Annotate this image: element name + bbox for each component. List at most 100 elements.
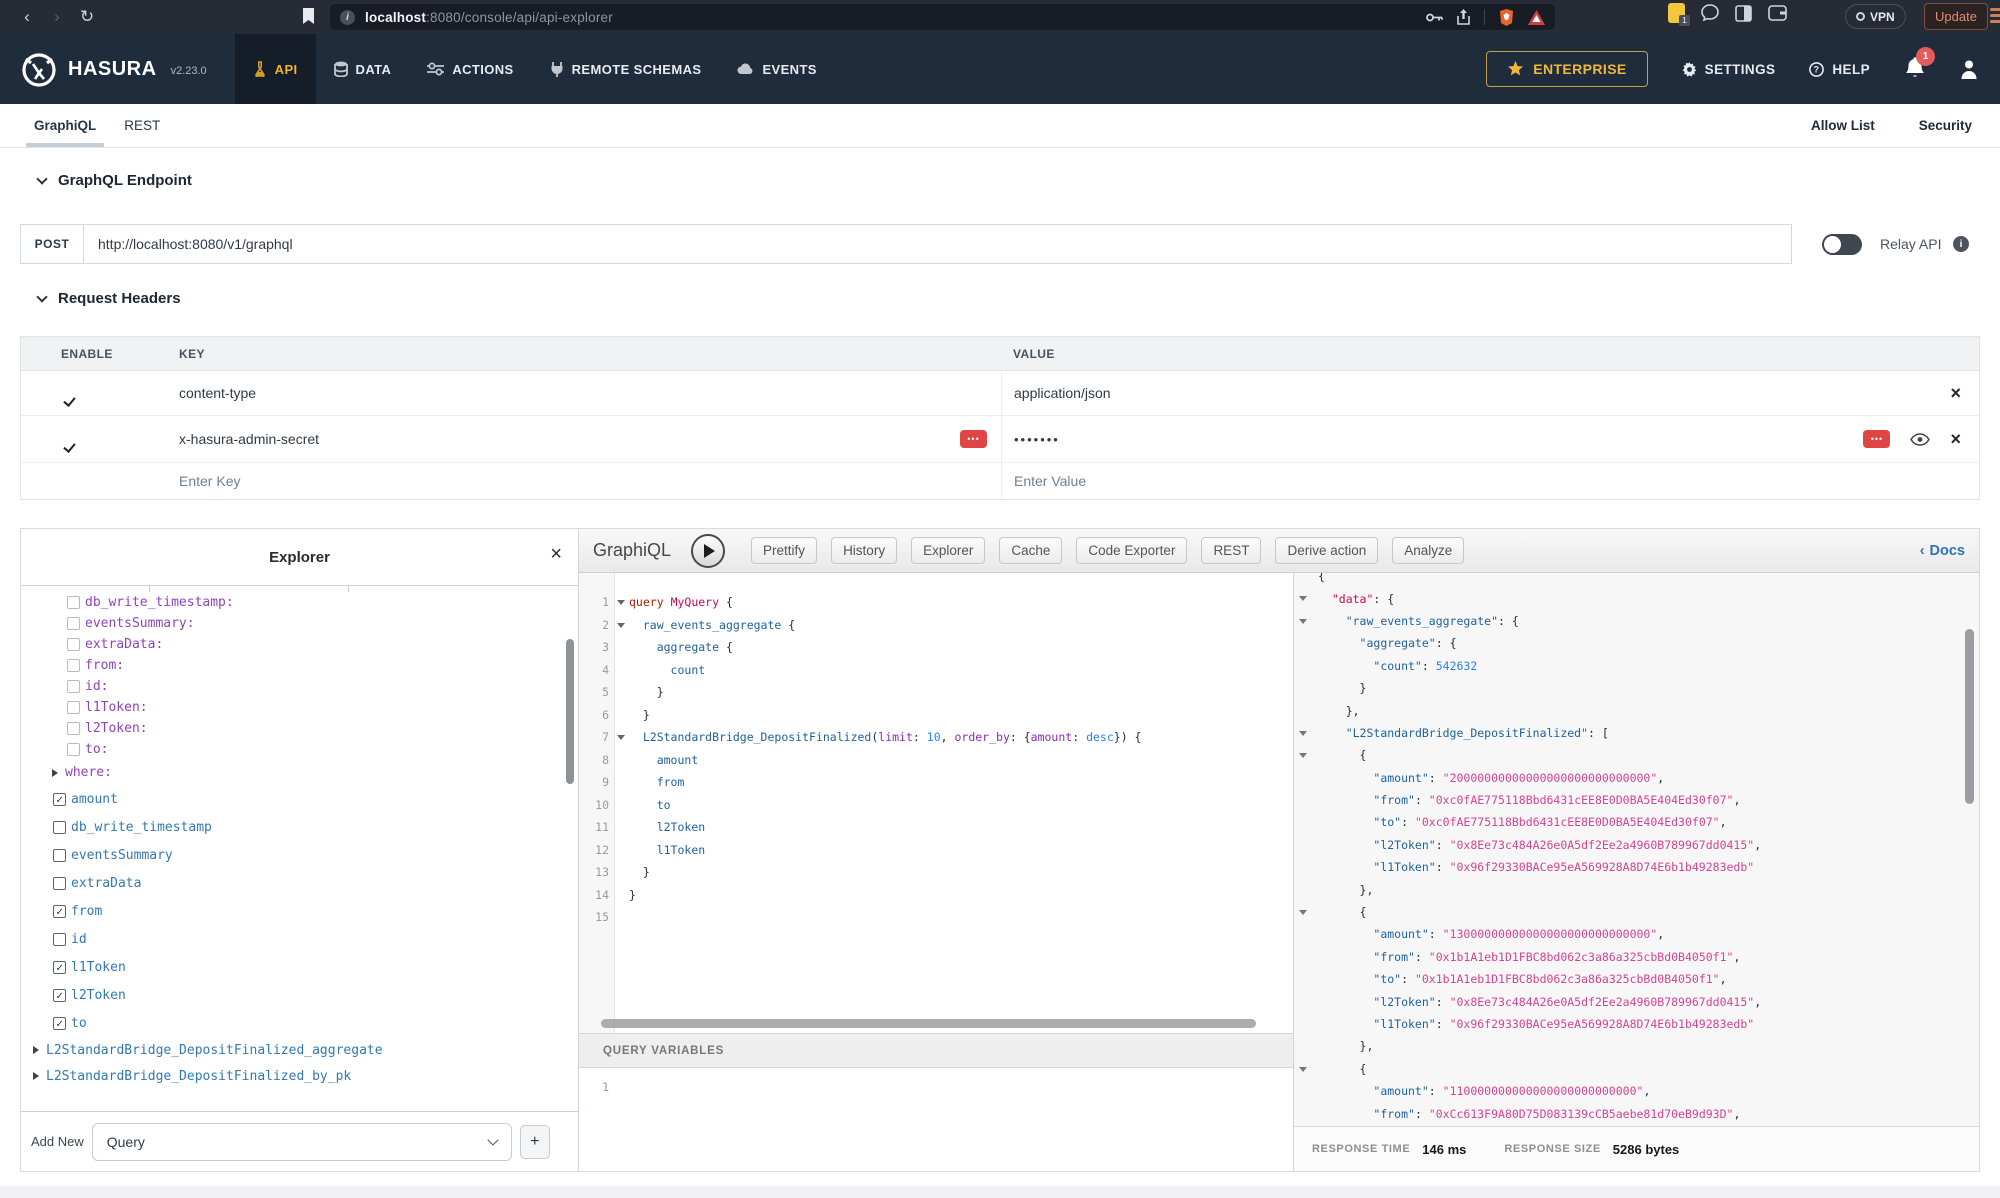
explorer-argument[interactable]: to:	[21, 739, 578, 760]
tab-graphiql[interactable]: GraphiQL	[20, 104, 110, 147]
explorer-field[interactable]: from	[21, 897, 578, 925]
checkbox[interactable]	[67, 596, 80, 609]
rest-button[interactable]: REST	[1201, 537, 1261, 564]
checkbox[interactable]	[53, 961, 66, 974]
fold-arrow-icon[interactable]	[1299, 753, 1307, 758]
code-exporter-button[interactable]: Code Exporter	[1076, 537, 1187, 564]
header-key[interactable]: content-type	[179, 385, 256, 401]
fold-arrow-icon[interactable]	[617, 623, 625, 628]
explorer-field[interactable]: eventsSummary	[21, 841, 578, 869]
explorer-argument-expandable[interactable]: where:	[21, 760, 578, 785]
checkbox[interactable]	[53, 933, 66, 946]
editor-horizontal-scrollbar[interactable]	[601, 1019, 1256, 1028]
help-link[interactable]: ? HELP	[1809, 62, 1870, 77]
new-value-input[interactable]: Enter Value	[1014, 473, 1086, 489]
explorer-root-field[interactable]: L2StandardBridge_DepositFinalized_aggreg…	[21, 1037, 578, 1063]
browser-reload-icon[interactable]: ↻	[72, 7, 102, 27]
explorer-field-list[interactable]: db_write_timestamp:eventsSummary:extraDa…	[21, 586, 578, 1111]
explorer-argument[interactable]: l2Token:	[21, 718, 578, 739]
split-square-icon[interactable]	[1735, 5, 1752, 22]
security-link[interactable]: Security	[1919, 118, 1972, 133]
yellow-extension-icon[interactable]: 1	[1668, 3, 1685, 23]
browser-forward-icon[interactable]: ›	[42, 7, 72, 27]
checkbox[interactable]	[53, 1017, 66, 1030]
graphql-endpoint-input[interactable]: http://localhost:8080/v1/graphql	[84, 224, 1792, 264]
checkbox[interactable]	[53, 989, 66, 1002]
fold-arrow-icon[interactable]	[1299, 619, 1307, 624]
execute-query-button[interactable]	[691, 534, 725, 568]
query-editor[interactable]: 1query MyQuery {2 raw_events_aggregate {…	[579, 573, 1293, 1033]
eye-icon[interactable]	[1910, 433, 1930, 446]
hasura-brand[interactable]: HASURA v2.23.0	[20, 50, 207, 88]
remove-header-icon[interactable]: ×	[1950, 430, 1961, 448]
reveal-secret-pill-icon[interactable]: •••	[1863, 430, 1890, 448]
explorer-close-icon[interactable]: ×	[550, 543, 562, 566]
explorer-argument[interactable]: eventsSummary:	[21, 613, 578, 634]
docs-link[interactable]: ‹Docs	[1920, 543, 1965, 559]
browser-update-button[interactable]: Update	[1924, 3, 1988, 30]
nav-tab-events[interactable]: EVENTS	[719, 34, 834, 104]
browser-menu-icon[interactable]	[1990, 8, 2000, 23]
fold-arrow-icon[interactable]	[1299, 596, 1307, 601]
fold-arrow-icon[interactable]	[1299, 731, 1307, 736]
share-icon[interactable]	[1457, 9, 1470, 25]
nav-tab-data[interactable]: DATA	[316, 34, 410, 104]
query-variables-header[interactable]: QUERY VARIABLES	[579, 1033, 1293, 1068]
relay-info-icon[interactable]: i	[1953, 236, 1969, 252]
notification-bell[interactable]: 1	[1904, 57, 1926, 81]
explorer-field[interactable]: extraData	[21, 869, 578, 897]
vpn-button[interactable]: VPN	[1845, 4, 1906, 29]
settings-link[interactable]: SETTINGS	[1682, 62, 1776, 77]
query-variables-editor[interactable]: 1	[579, 1068, 1293, 1171]
bat-triangle-icon[interactable]	[1528, 10, 1545, 25]
new-key-input[interactable]: Enter Key	[179, 473, 240, 489]
nav-tab-remote-schemas[interactable]: REMOTE SCHEMAS	[532, 34, 720, 104]
checkbox[interactable]	[67, 659, 80, 672]
explorer-argument[interactable]: extraData:	[21, 634, 578, 655]
checkbox[interactable]	[53, 877, 66, 890]
explorer-field[interactable]: amount	[21, 785, 578, 813]
prettify-button[interactable]: Prettify	[751, 537, 817, 564]
fold-arrow-icon[interactable]	[1299, 910, 1307, 915]
headers-section-header[interactable]: Request Headers	[38, 290, 181, 307]
explorer-field[interactable]: to	[21, 1009, 578, 1037]
operation-type-select[interactable]: Query	[92, 1123, 512, 1161]
wallet-icon[interactable]	[1768, 5, 1787, 21]
checkbox[interactable]	[67, 743, 80, 756]
header-key[interactable]: x-hasura-admin-secret	[179, 431, 319, 447]
url-bar[interactable]: i localhost:8080/console/api/api-explore…	[330, 4, 1555, 30]
explorer-field[interactable]: id	[21, 925, 578, 953]
site-info-icon[interactable]: i	[340, 10, 355, 25]
checkbox[interactable]	[67, 722, 80, 735]
key-icon[interactable]	[1426, 12, 1443, 23]
history-button[interactable]: History	[831, 537, 897, 564]
explorer-field[interactable]: db_write_timestamp	[21, 813, 578, 841]
remove-header-icon[interactable]: ×	[1950, 384, 1961, 402]
checkbox[interactable]	[67, 638, 80, 651]
checkbox[interactable]	[53, 905, 66, 918]
allow-list-link[interactable]: Allow List	[1811, 118, 1875, 133]
nav-tab-actions[interactable]: ACTIONS	[409, 34, 531, 104]
header-value[interactable]: application/json	[1014, 385, 1111, 401]
chat-extension-icon[interactable]	[1701, 4, 1719, 22]
user-avatar-icon[interactable]	[1960, 59, 1978, 79]
enterprise-button[interactable]: ENTERPRISE	[1486, 51, 1647, 87]
explorer-button[interactable]: Explorer	[911, 537, 985, 564]
checkbox[interactable]	[53, 793, 66, 806]
response-scrollbar[interactable]	[1965, 629, 1974, 804]
endpoint-section-header[interactable]: GraphQL Endpoint	[38, 172, 192, 189]
explorer-field[interactable]: l1Token	[21, 953, 578, 981]
reveal-secret-pill-icon[interactable]: •••	[960, 430, 987, 448]
brave-shield-icon[interactable]	[1499, 9, 1514, 26]
checkbox[interactable]	[67, 680, 80, 693]
relay-api-toggle[interactable]	[1822, 234, 1862, 255]
header-value-masked[interactable]: •••••••	[1014, 432, 1060, 447]
explorer-field[interactable]: l2Token	[21, 981, 578, 1009]
explorer-scrollbar[interactable]	[566, 639, 574, 784]
derive-action-button[interactable]: Derive action	[1275, 537, 1378, 564]
fold-arrow-icon[interactable]	[617, 735, 625, 740]
explorer-argument[interactable]: from:	[21, 655, 578, 676]
checkbox[interactable]	[67, 617, 80, 630]
nav-tab-api[interactable]: API	[235, 34, 316, 104]
fold-arrow-icon[interactable]	[617, 600, 625, 605]
